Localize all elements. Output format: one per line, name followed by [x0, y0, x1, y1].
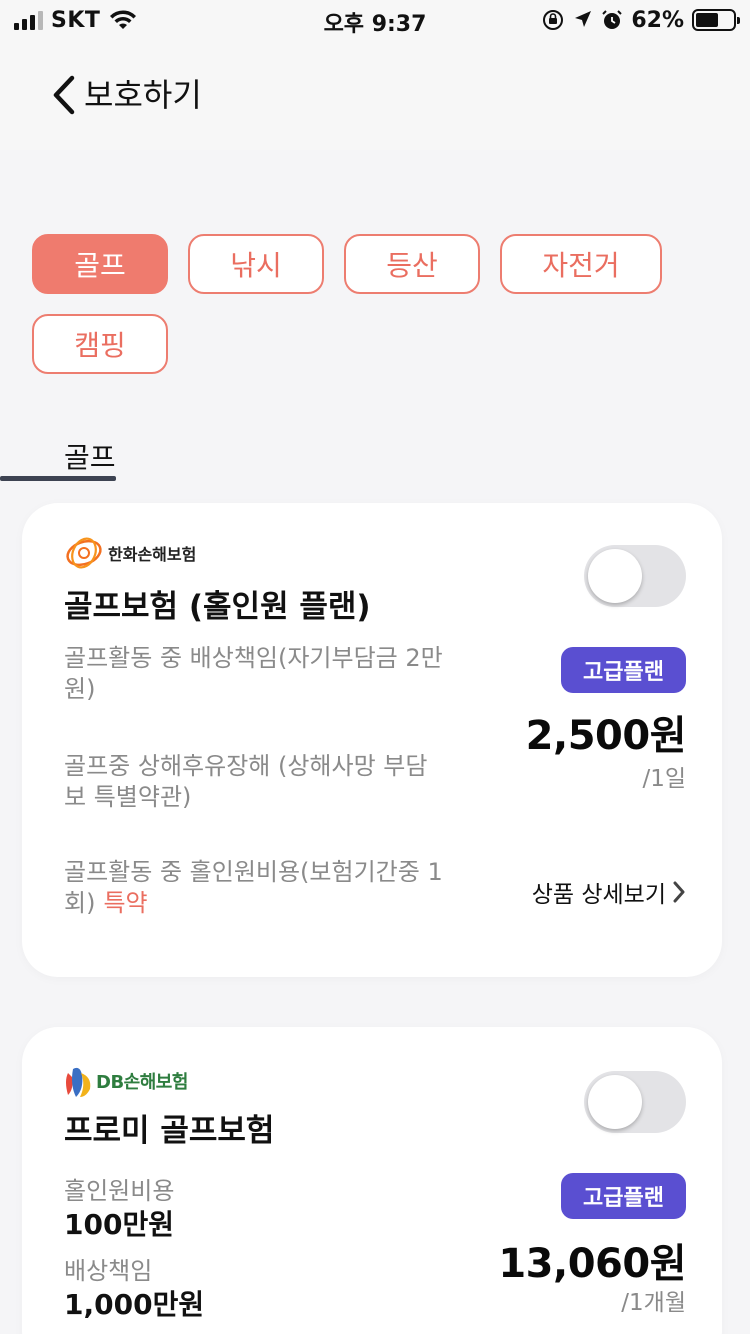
coverage-label: 배상책임	[64, 1257, 153, 1285]
battery-percent: 62%	[631, 7, 684, 33]
alarm-icon	[602, 10, 623, 29]
category-chip-camping[interactable]: 캠핑	[32, 314, 168, 374]
hanwha-logo-icon	[66, 537, 102, 569]
product-detail-link[interactable]: 상품 상세보기	[532, 875, 686, 909]
status-bar: SKT 오후 9:37 62%	[0, 0, 750, 40]
insurer-logo: 한화손해보험	[64, 535, 196, 571]
chevron-right-icon	[673, 881, 685, 903]
page-title: 보호하기	[84, 76, 202, 114]
special-clause-tag: 특약	[103, 889, 148, 917]
tab-golf[interactable]: 골프	[64, 436, 116, 476]
category-chip-golf[interactable]: 골프	[32, 234, 168, 294]
category-chip-fishing[interactable]: 낚시	[188, 234, 324, 294]
product-card[interactable]: 한화손해보험 골프보험 (홀인원 플랜) 골프활동 중 배상책임(자기부담금 2…	[22, 503, 722, 977]
product-toggle[interactable]	[584, 545, 686, 607]
orientation-lock-icon	[543, 10, 564, 30]
tab-indicator	[0, 476, 116, 481]
price-period: /1일	[642, 766, 686, 792]
back-chevron-icon[interactable]	[46, 72, 82, 118]
chip-label: 자전거	[542, 249, 620, 282]
chip-label: 등산	[386, 249, 438, 282]
coverage-label: 홀인원비용	[64, 1177, 175, 1205]
insurer-name: 한화손해보험	[108, 545, 197, 564]
feature-text: 골프활동 중 배상책임(자기부담금 2만원)	[64, 644, 443, 703]
chip-label: 골프	[74, 249, 126, 282]
nav-bar: 보호하기	[0, 40, 750, 150]
category-chip-hiking[interactable]: 등산	[344, 234, 480, 294]
insurer-name: DB손해보험	[96, 1072, 188, 1093]
chip-label: 낚시	[230, 249, 282, 282]
coverage-value: 1,000만원	[64, 1288, 205, 1321]
battery-icon	[692, 9, 740, 31]
feature-text: 골프중 상해후유장해 (상해사망 부담보 특별약관)	[64, 752, 428, 811]
product-title: 프로미 골프보험	[64, 1113, 275, 1149]
main-content: 골프 낚시 등산 자전거 캠핑 골프 한화손해보험 골프보험 (홀인원 플랜) …	[0, 150, 750, 1334]
insurer-logo: DB손해보험	[64, 1063, 188, 1099]
chip-label: 캠핑	[74, 329, 126, 362]
product-title: 골프보험 (홀인원 플랜)	[64, 589, 371, 625]
product-toggle[interactable]	[584, 1071, 686, 1133]
product-price: 13,060원	[498, 1241, 686, 1287]
plan-badge: 고급플랜	[561, 647, 686, 693]
product-card[interactable]: DB손해보험 프로미 골프보험 홀인원비용 100만원 배상책임 1,000만원…	[22, 1027, 722, 1334]
plan-badge: 고급플랜	[561, 1173, 686, 1219]
location-icon	[575, 11, 592, 27]
feature-text: 골프활동 중 홀인원비용(보험기간중 1회) 특약	[64, 857, 444, 919]
db-logo-icon	[66, 1067, 91, 1097]
category-chip-bicycle[interactable]: 자전거	[500, 234, 662, 294]
coverage-value: 100만원	[64, 1208, 174, 1241]
price-period: /1개월	[621, 1290, 686, 1316]
product-price: 2,500원	[525, 713, 687, 759]
detail-link-label: 상품 상세보기	[531, 882, 666, 908]
